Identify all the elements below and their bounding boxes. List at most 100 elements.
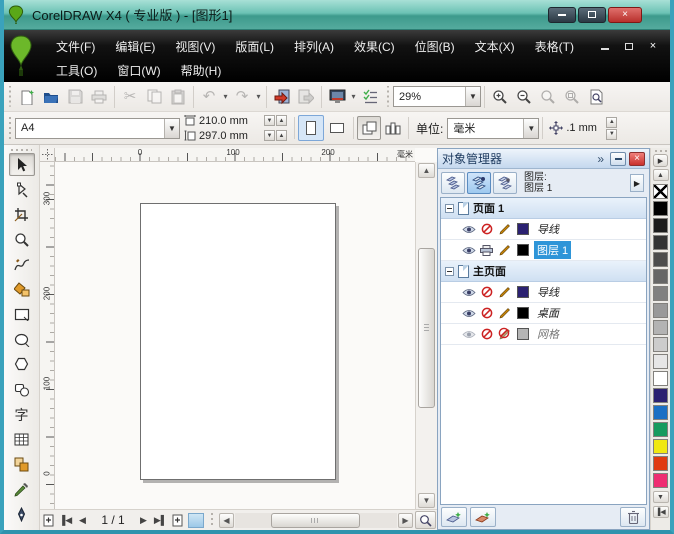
non-printable-icon[interactable] xyxy=(479,327,494,341)
zoom-all-objects-button[interactable] xyxy=(560,85,584,109)
page-1-tab[interactable] xyxy=(188,512,204,528)
smart-fill-tool[interactable] xyxy=(9,278,35,301)
non-printable-icon[interactable] xyxy=(479,306,494,320)
zoom-selected-button[interactable] xyxy=(536,85,560,109)
table-tool[interactable] xyxy=(9,428,35,451)
color-swatch[interactable] xyxy=(653,252,668,267)
interactive-blend-tool[interactable] xyxy=(9,453,35,476)
navigator-button[interactable] xyxy=(415,511,436,529)
tree-row-desktop-layer[interactable]: 桌面 xyxy=(441,303,646,324)
paper-width-spinner[interactable]: ▼ ▲ xyxy=(264,115,287,126)
save-button[interactable] xyxy=(63,85,87,109)
zoom-out-button[interactable] xyxy=(512,85,536,109)
menu-item-view[interactable]: 视图(V) xyxy=(165,35,225,58)
next-page-button[interactable]: ▶ xyxy=(135,512,152,529)
layer-manager-view-button[interactable] xyxy=(493,172,517,194)
zoom-level-combobox[interactable]: 29% ▼ xyxy=(393,86,481,107)
edit-across-layers-button[interactable] xyxy=(467,172,491,194)
color-swatch[interactable] xyxy=(653,218,668,233)
scrollbar-grip[interactable] xyxy=(208,513,215,527)
toolbar-grip[interactable] xyxy=(6,86,13,107)
delete-layer-button[interactable] xyxy=(620,507,646,527)
import-button[interactable] xyxy=(270,85,294,109)
undo-button[interactable]: ↶ xyxy=(197,85,221,109)
paper-width-input[interactable]: 210.0 mm xyxy=(199,115,261,127)
minimize-button[interactable] xyxy=(548,6,576,23)
basic-shapes-tool[interactable] xyxy=(9,378,35,401)
color-swatch[interactable] xyxy=(653,422,668,437)
menu-item-text[interactable]: 文本(X) xyxy=(465,35,525,58)
previous-page-button[interactable]: ◀ xyxy=(74,512,91,529)
add-page-button[interactable] xyxy=(40,512,57,529)
non-printable-icon[interactable] xyxy=(479,222,494,236)
horizontal-scrollbar[interactable]: ◀ ▶ xyxy=(219,512,413,529)
first-page-button[interactable]: ▐◀ xyxy=(57,512,74,529)
printable-printer-icon[interactable] xyxy=(479,243,494,257)
vertical-ruler[interactable]: 300 200 100 0 xyxy=(40,162,55,509)
palette-flyout-button[interactable]: ▶ xyxy=(653,154,668,167)
current-page-button[interactable] xyxy=(381,116,405,140)
horizontal-scroll-thumb[interactable] xyxy=(270,512,360,528)
application-launcher-button[interactable] xyxy=(325,85,349,109)
undo-dropdown-arrow[interactable]: ▾ xyxy=(221,92,230,101)
document-page[interactable] xyxy=(140,203,336,480)
docker-flyout-button[interactable]: ▶ xyxy=(630,174,644,192)
editable-pencil-icon[interactable] xyxy=(497,306,512,320)
color-swatch[interactable] xyxy=(653,303,668,318)
toolbar-grip[interactable] xyxy=(6,116,13,140)
toolbox-grip[interactable] xyxy=(11,147,32,152)
polygon-tool[interactable] xyxy=(9,353,35,376)
view-options-button[interactable] xyxy=(358,85,382,109)
horizontal-ruler[interactable]: 0 100 200 毫米 xyxy=(55,148,415,162)
rectangle-tool[interactable] xyxy=(9,303,35,326)
docker-chevron[interactable]: » xyxy=(597,152,604,166)
redo-dropdown-arrow[interactable]: ▾ xyxy=(254,92,263,101)
layer-color-swatch[interactable] xyxy=(517,223,529,235)
paper-height-spinner[interactable]: ▼ ▲ xyxy=(264,130,287,141)
docker-collapse-button[interactable] xyxy=(610,151,626,166)
menu-item-effects[interactable]: 效果(C) xyxy=(344,35,405,58)
portrait-button[interactable] xyxy=(298,115,324,141)
new-layer-button[interactable] xyxy=(441,507,467,527)
drawing-canvas[interactable] xyxy=(55,162,415,509)
tree-row-page-1[interactable]: 页面 1 xyxy=(441,198,646,219)
color-swatch[interactable] xyxy=(653,456,668,471)
close-button[interactable]: × xyxy=(608,6,642,23)
menu-item-layout[interactable]: 版面(L) xyxy=(225,35,284,58)
mdi-minimize-button[interactable] xyxy=(598,40,612,52)
zoom-tool[interactable] xyxy=(9,228,35,251)
color-swatch[interactable] xyxy=(653,371,668,386)
tree-row-guides-layer[interactable]: 导线 xyxy=(441,219,646,240)
non-editable-pencil-icon[interactable] xyxy=(497,327,512,341)
palette-scroll-down-button[interactable]: ▼ xyxy=(652,491,669,503)
visibility-eye-icon[interactable] xyxy=(461,306,476,320)
add-page-button-2[interactable] xyxy=(169,512,186,529)
visibility-eye-icon[interactable] xyxy=(461,285,476,299)
chevron-down-icon[interactable]: ▼ xyxy=(164,118,179,138)
editable-pencil-icon[interactable] xyxy=(497,222,512,236)
landscape-button[interactable] xyxy=(324,115,350,141)
tree-row-layer-1[interactable]: 图层 1 xyxy=(441,240,646,261)
color-swatch[interactable] xyxy=(653,269,668,284)
pick-tool[interactable] xyxy=(8,153,35,176)
paper-size-combobox[interactable]: A4 ▼ xyxy=(15,117,180,139)
color-swatch[interactable] xyxy=(653,439,668,454)
chevron-down-icon[interactable]: ▼ xyxy=(465,87,480,106)
freehand-tool[interactable] xyxy=(9,253,35,276)
mdi-close-button[interactable]: × xyxy=(646,40,660,52)
visibility-eye-icon-disabled[interactable] xyxy=(461,327,476,341)
vertical-scroll-thumb[interactable] xyxy=(418,248,435,408)
no-color-swatch[interactable] xyxy=(653,184,668,199)
color-swatch[interactable] xyxy=(653,388,668,403)
layer-color-swatch[interactable] xyxy=(517,286,529,298)
editable-pencil-icon[interactable] xyxy=(497,243,512,257)
toolbar-grip[interactable] xyxy=(384,86,391,107)
launcher-dropdown-arrow[interactable]: ▾ xyxy=(349,92,358,101)
eyedropper-tool[interactable] xyxy=(9,478,35,501)
zoom-in-button[interactable] xyxy=(488,85,512,109)
new-document-button[interactable] xyxy=(15,85,39,109)
ruler-origin[interactable] xyxy=(40,148,55,162)
menu-item-tools[interactable]: 工具(O) xyxy=(46,59,107,82)
palette-grip[interactable] xyxy=(654,148,667,153)
color-swatch[interactable] xyxy=(653,201,668,216)
